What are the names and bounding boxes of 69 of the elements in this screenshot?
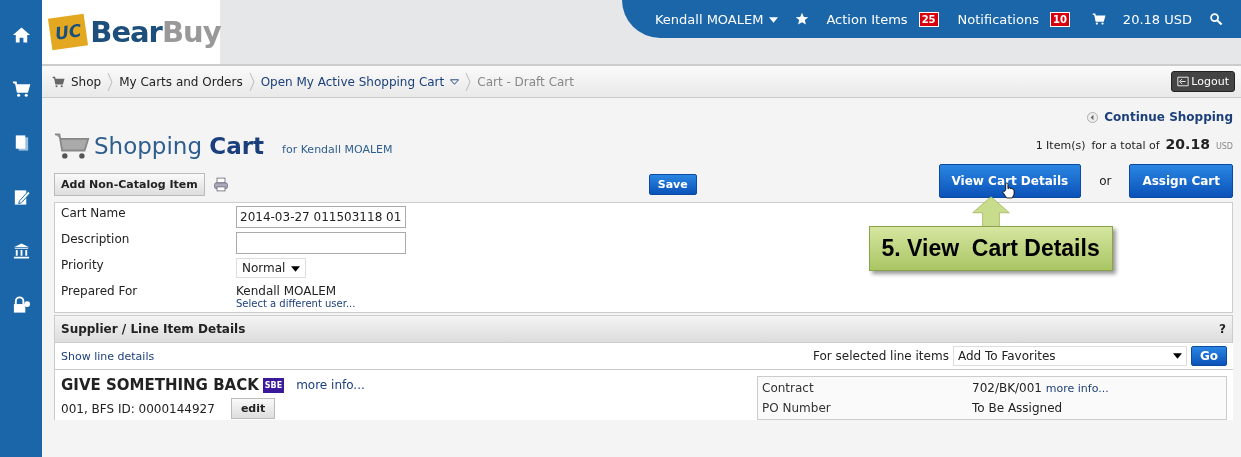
count-badge: 10 <box>1049 11 1070 27</box>
cart-icon[interactable] <box>1091 12 1106 26</box>
count-badge: 25 <box>918 11 939 27</box>
logo[interactable]: UC BearBuy <box>42 0 220 64</box>
logout-button[interactable]: Logout <box>1171 71 1235 92</box>
breadcrumb-link[interactable]: My Carts and Orders <box>119 74 243 89</box>
add-non-catalog-item-button[interactable]: Add Non-Catalog Item <box>54 173 205 196</box>
callout-box: 5. View Cart Details <box>868 226 1113 271</box>
home-icon[interactable] <box>11 26 31 44</box>
item-count: 1 Item(s) <box>1035 139 1086 152</box>
more-info-link[interactable]: more info... <box>1045 382 1109 395</box>
logout-icon <box>1177 76 1190 87</box>
bulk-action-dropdown[interactable]: Add To Favorites <box>952 346 1187 366</box>
field-label: Prepared For <box>61 284 139 298</box>
supplier-name: GIVE SOMETHING BACK <box>61 376 259 394</box>
save-button[interactable]: Save <box>648 174 697 195</box>
field-value: Kendall MOALEM <box>236 284 338 298</box>
caret-icon <box>1172 353 1182 359</box>
assign-cart-button[interactable]: Assign Cart <box>1129 164 1233 198</box>
caret-icon <box>291 265 301 272</box>
supplier-tag: SBE <box>262 377 285 393</box>
edit-button[interactable]: edit <box>230 398 276 419</box>
logo-wordmark: BearBuy <box>90 15 221 49</box>
total-label: for a total of <box>1091 139 1160 152</box>
supplier-id: 001, BFS ID: 0000144927 <box>61 401 215 416</box>
user-menu[interactable]: Kendall MOALEM <box>651 11 782 27</box>
shopping-cart-icon <box>54 131 90 161</box>
continue-shopping-link[interactable]: Continue Shopping <box>1087 110 1233 124</box>
cart-total-link[interactable]: 20.18 USD <box>1119 11 1195 27</box>
currency: USD <box>1215 142 1233 151</box>
chevron-separator-icon <box>107 71 114 92</box>
priority-dropdown[interactable]: Normal <box>236 258 307 278</box>
field-label: Description <box>61 232 131 246</box>
detail-value: To Be Assigned <box>972 401 1063 415</box>
detail-value: 702/BK/001 <box>972 381 1042 395</box>
caret-icon <box>450 79 460 85</box>
show-line-details-link[interactable]: Show line details <box>61 349 155 363</box>
notifications-link[interactable]: Notifications <box>954 11 1042 27</box>
chevron-separator-icon <box>465 71 472 92</box>
caret-icon <box>769 17 779 23</box>
detail-label: PO Number <box>762 401 832 415</box>
detail-label: Contract <box>762 381 815 395</box>
field-label: Cart Name <box>61 206 127 220</box>
text-field[interactable]: 2014-03-27 011503118 01 <box>236 206 406 228</box>
page-title: Shopping Cart <box>94 133 265 159</box>
field-label: Priority <box>61 258 105 272</box>
cart-total: 20.18 <box>1165 136 1210 152</box>
action-items-link[interactable]: Action Items <box>823 11 911 27</box>
text-field[interactable] <box>236 232 406 254</box>
search-icon[interactable] <box>1209 12 1223 26</box>
or-label: or <box>1099 174 1112 188</box>
cart-icon <box>52 75 65 88</box>
print-icon[interactable] <box>212 177 229 192</box>
cart-owner: for Kendall MOALEM <box>282 142 393 156</box>
bag-logo-icon: UC <box>47 13 89 51</box>
breadcrumb-link[interactable]: Open My Active Shopping Cart <box>260 74 460 89</box>
cart-icon[interactable] <box>11 80 31 98</box>
breadcrumb-link[interactable]: Shop <box>71 74 102 89</box>
bulk-action-label: For selected line items <box>813 349 949 363</box>
lock-gear-icon[interactable] <box>11 296 31 314</box>
view-cart-details-button[interactable]: View Cart Details <box>938 164 1082 198</box>
help-link[interactable]: ? <box>1219 322 1226 336</box>
bank-icon[interactable] <box>11 242 31 260</box>
go-button[interactable]: Go <box>1190 346 1227 366</box>
more-info-link[interactable]: more info... <box>296 378 365 392</box>
section-title: Supplier / Line Item Details <box>61 322 246 336</box>
star-icon[interactable] <box>795 12 810 26</box>
chevron-separator-icon <box>248 71 255 92</box>
select-user-link[interactable]: Select a different user... <box>236 298 356 309</box>
